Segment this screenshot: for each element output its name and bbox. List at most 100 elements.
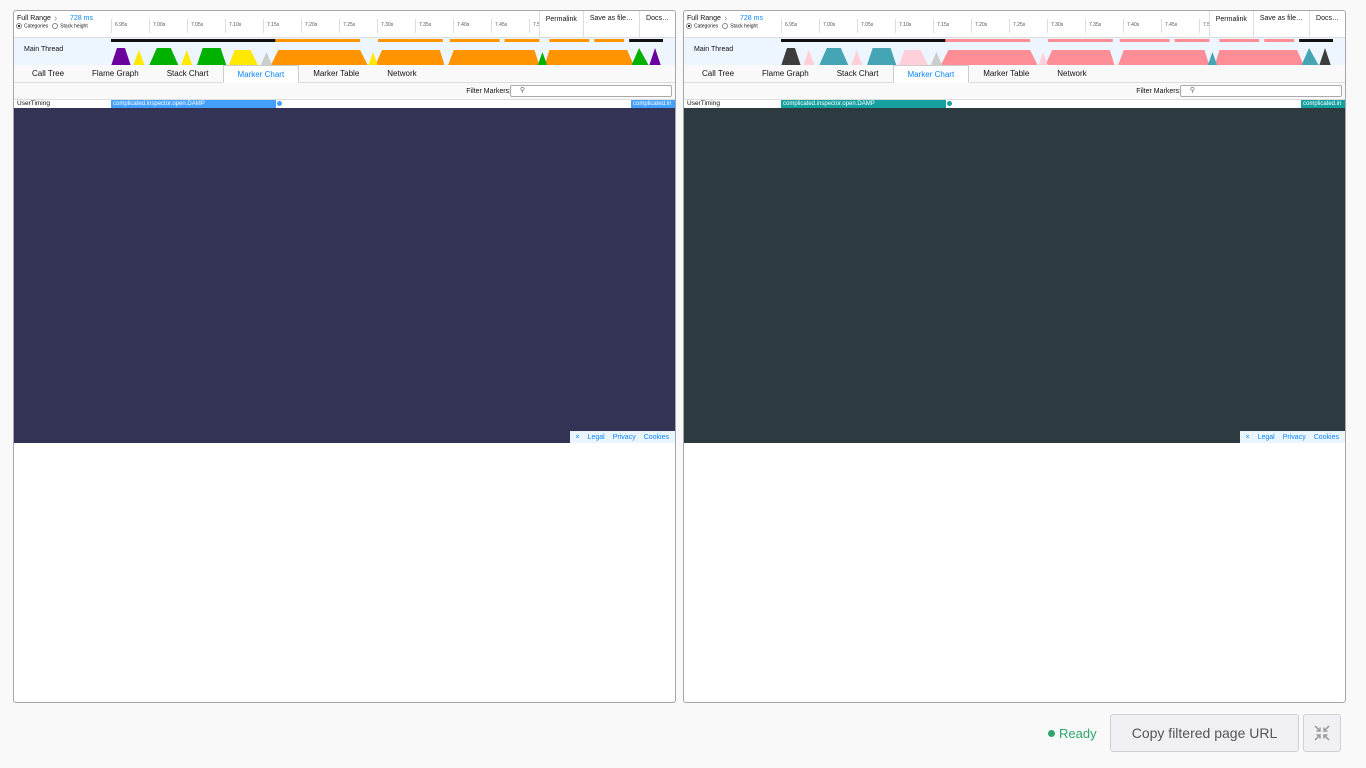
close-icon[interactable]: × [576,434,580,441]
radio-option[interactable]: Stack height [722,23,758,29]
ruler-tick: 7.20s [971,19,987,33]
radio-icon[interactable] [52,23,59,29]
ruler-tick: 7.15s [933,19,949,33]
ruler-tick: 7.35s [415,19,431,33]
tab-flame-graph[interactable]: Flame Graph [78,65,153,83]
marker-bar[interactable]: complicated.inspector.open.DAMP [781,100,946,108]
profile-panel-right: Full Range › 728 ms Categories Stack height 6… [683,10,1346,703]
marker-chart-area[interactable]: × Legal Privacy Cookies [684,108,1345,443]
ruler-tick: 7.40s [1123,19,1139,33]
range-selector: Full Range › 728 ms Categories Stack height [684,11,781,37]
copy-filtered-url-button[interactable]: Copy filtered page URL [1110,714,1299,752]
ruler-tick: 7.35s [1085,19,1101,33]
range-duration[interactable]: 728 ms [740,15,763,22]
ruler-tick: 7.00s [149,19,165,33]
tab-network[interactable]: Network [373,65,430,83]
tab-bar: Call Tree Flame Graph Stack Chart Marker Ch… [14,65,675,83]
radio-option[interactable]: Categories [16,23,48,29]
marker-row-label: UserTiming [17,100,50,107]
profile-actions: Permalink Save as file… Docs… [538,11,675,37]
cookies-link[interactable]: Cookies [1314,434,1339,441]
radio-option[interactable]: Categories [686,23,718,29]
radio-icon[interactable] [686,23,692,29]
tab-marker-table[interactable]: Marker Table [299,65,373,83]
tab-marker-chart[interactable]: Marker Chart [222,65,300,83]
activity-graph-svg [781,39,1334,66]
ruler-tick: 7.10s [895,19,911,33]
filter-bar: Filter Markers: ⚲ [14,83,675,100]
marker-row-label: UserTiming [687,100,720,107]
range-selector: Full Range › 728 ms Categories Stack height [14,11,111,37]
full-range-breadcrumb[interactable]: Full Range [687,15,721,22]
marker-row: UserTiming complicated.inspector.open.DAM… [684,100,1345,108]
search-icon: ⚲ [1189,87,1195,94]
activity-graph-svg [111,39,664,66]
filter-bar: Filter Markers: ⚲ [684,83,1345,100]
tab-call-tree[interactable]: Call Tree [688,65,748,83]
range-duration[interactable]: 728 ms [70,15,93,22]
legal-link[interactable]: Legal [588,434,605,441]
profile-actions: Permalink Save as file… Docs… [1208,11,1345,37]
ruler-tick: 6.95s [111,19,127,33]
main-thread-track[interactable]: Main Thread [684,37,1345,66]
profile-panel-left: Full Range › 728 ms Categories Stack height 6… [13,10,676,703]
tab-stack-chart[interactable]: Stack Chart [153,65,223,83]
privacy-link[interactable]: Privacy [1283,434,1306,441]
tab-call-tree[interactable]: Call Tree [18,65,78,83]
ready-dot-icon [1048,730,1055,737]
privacy-link[interactable]: Privacy [613,434,636,441]
marker-chart-area[interactable]: × Legal Privacy Cookies [14,108,675,443]
collapse-icon[interactable] [1303,714,1341,752]
footer-links: × Legal Privacy Cookies [569,431,675,443]
footer-links: × Legal Privacy Cookies [1239,431,1345,443]
tab-marker-table[interactable]: Marker Table [969,65,1043,83]
ruler-tick: 7.30s [377,19,393,33]
marker-bar[interactable]: complicated.in [1301,100,1345,108]
tab-network[interactable]: Network [1043,65,1100,83]
tab-bar: Call Tree Flame Graph Stack Chart Marker Ch… [684,65,1345,83]
save-as-file-button[interactable]: Save as file… [1252,11,1310,37]
thread-label: Main Thread [694,46,734,53]
graph-type-radios: Categories Stack height [16,23,88,29]
radio-icon[interactable] [722,23,729,29]
activity-graph[interactable] [781,38,1337,66]
permalink-button[interactable]: Permalink [538,11,583,37]
radio-option[interactable]: Stack height [52,23,88,29]
marker-row: UserTiming complicated.inspector.open.DAM… [14,100,675,108]
radio-icon[interactable] [16,23,22,29]
ruler-tick: 7.40s [453,19,469,33]
permalink-button[interactable]: Permalink [1208,11,1253,37]
search-icon: ⚲ [519,87,525,94]
main-thread-track[interactable]: Main Thread [14,37,675,66]
legal-link[interactable]: Legal [1258,434,1275,441]
ruler-tick: 6.95s [781,19,797,33]
docs-button[interactable]: Docs… [639,11,675,37]
ruler-tick: 7.25s [339,19,355,33]
ruler-tick: 7.45s [1161,19,1177,33]
tab-marker-chart[interactable]: Marker Chart [892,65,970,83]
ruler-tick: 7.25s [1009,19,1025,33]
docs-button[interactable]: Docs… [1309,11,1345,37]
marker-bar[interactable]: complicated.inspector.open.DAMP [111,100,276,108]
tab-stack-chart[interactable]: Stack Chart [823,65,893,83]
marker-dot-icon[interactable] [277,101,282,106]
close-icon[interactable]: × [1246,434,1250,441]
cookies-link[interactable]: Cookies [644,434,669,441]
marker-dot-icon[interactable] [947,101,952,106]
graph-type-radios: Categories Stack height [686,23,758,29]
filter-markers-input[interactable] [1180,85,1342,97]
tab-flame-graph[interactable]: Flame Graph [748,65,823,83]
full-range-breadcrumb[interactable]: Full Range [17,15,51,22]
save-as-file-button[interactable]: Save as file… [582,11,640,37]
ruler-tick: 7.10s [225,19,241,33]
ruler-tick: 7.05s [187,19,203,33]
ruler-tick: 7.20s [301,19,317,33]
ready-status: Ready [1048,726,1097,741]
thread-label: Main Thread [24,46,64,53]
ruler-tick: 7.15s [263,19,279,33]
filter-markers-input[interactable] [510,85,672,97]
filter-markers-label: Filter Markers: [1136,88,1181,95]
marker-bar[interactable]: complicated.in [631,100,675,108]
activity-graph[interactable] [111,38,667,66]
ready-label: Ready [1059,726,1097,741]
